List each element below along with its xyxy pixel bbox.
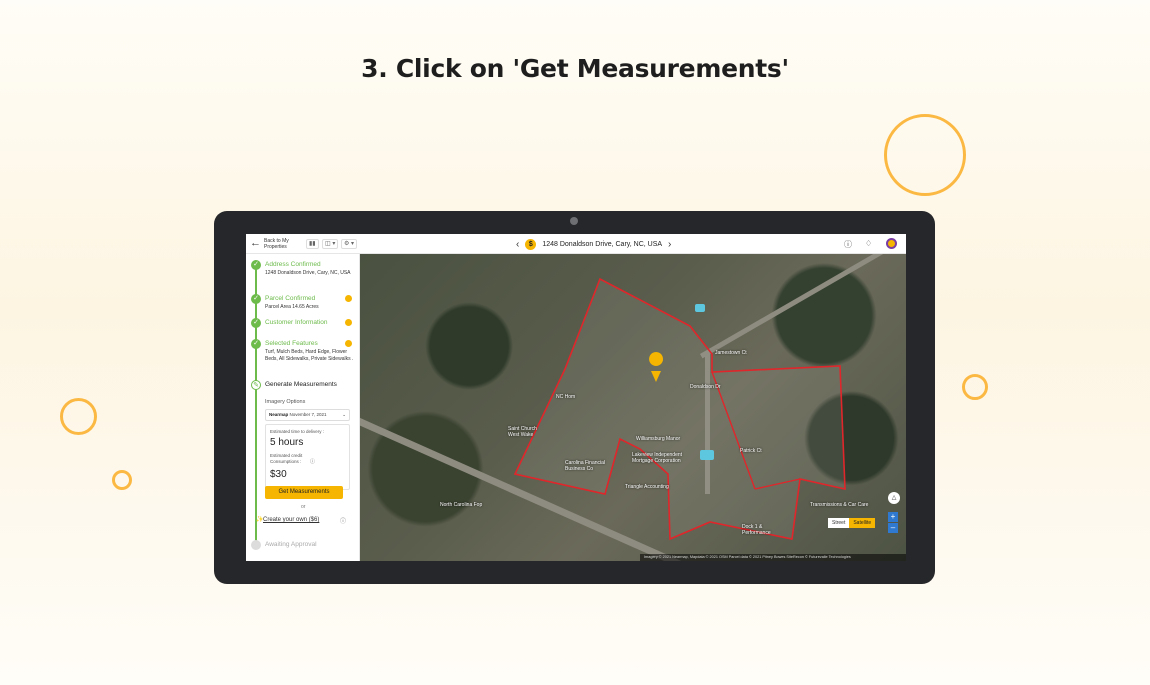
map-label: Carolina Financial Business Co (565, 460, 606, 472)
step-title: Generate Measurements (265, 381, 337, 388)
camera-dot (570, 217, 578, 225)
parcel-overlay (513, 277, 846, 541)
map-label: Williamsburg Manor (636, 436, 681, 442)
top-bar: ← Back to My Properties ▮▮ ◫ ▾ ⚙ ▾ ‹ $ 1… (246, 234, 906, 254)
edit-badge-icon[interactable] (345, 340, 352, 347)
check-icon: ✓ (251, 260, 261, 270)
get-measurements-button[interactable]: Get Measurements (265, 486, 343, 499)
map-label: Saint Church West Wake (508, 426, 537, 438)
map-label: Jamestown Ct (715, 350, 747, 356)
satellite-map[interactable]: NC Hom Saint Church West Wake Williamsbu… (360, 254, 906, 561)
pencil-icon: ✎ (251, 380, 261, 390)
bell-icon[interactable]: ♢ (865, 239, 872, 248)
satellite-view-button[interactable]: Satellite (849, 518, 876, 528)
map-label: North Carolina Fop (440, 502, 483, 508)
credit-label: Estimated credit Consumptions : (270, 453, 303, 464)
map-label: Lakeview Independent Mortgage Corporatio… (632, 452, 683, 464)
or-divider: or (301, 504, 306, 510)
estimated-time-value: 5 hours (270, 437, 304, 448)
compass-icon[interactable]: △ (888, 492, 900, 504)
zoom-in-button[interactable]: + (888, 512, 898, 522)
map-label: Patrick Ct (740, 448, 762, 454)
progress-rail (255, 262, 257, 542)
info-icon[interactable]: ⓘ (340, 516, 346, 525)
decorative-ring (112, 470, 132, 490)
check-icon: ✓ (251, 339, 261, 349)
decorative-ring (962, 374, 988, 400)
app-screen: ← Back to My Properties ▮▮ ◫ ▾ ⚙ ▾ ‹ $ 1… (246, 234, 906, 561)
map-label: Donaldson Dr (690, 384, 721, 390)
pending-dot-icon (251, 540, 261, 550)
edit-badge-icon[interactable] (345, 295, 352, 302)
chevron-left-icon[interactable]: ‹ (516, 239, 519, 250)
address-nav: ‹ $ 1248 Donaldson Drive, Cary, NC, USA … (516, 237, 671, 251)
chevron-down-icon: ⌄ (342, 412, 346, 417)
map-label: Triangle Accounting (625, 484, 669, 490)
workflow-sidebar: ✓ Address Confirmed 1248 Donaldson Drive… (246, 254, 360, 561)
page-headline: 3. Click on 'Get Measurements' (361, 54, 789, 83)
imagery-options-label: Imagery Options (265, 399, 306, 405)
step-title: Awaiting Approval (265, 541, 317, 548)
back-to-properties-link[interactable]: Back to My Properties (264, 238, 304, 250)
imagery-date: November 7, 2021 (289, 412, 327, 417)
laptop-frame: ← Back to My Properties ▮▮ ◫ ▾ ⚙ ▾ ‹ $ 1… (214, 211, 935, 584)
credit-value: $30 (270, 469, 287, 480)
chart-icon[interactable]: ▮▮ (306, 239, 319, 249)
step-subtitle: Turf, Mulch Beds, Hard Edge, Flower Beds… (265, 349, 354, 362)
estimate-box: Estimated time to delivery : 5 hours Est… (265, 424, 350, 490)
layers-icon[interactable]: ◫ ▾ (322, 239, 339, 249)
property-address: 1248 Donaldson Drive, Cary, NC, USA (542, 240, 663, 248)
chevron-right-icon[interactable]: › (668, 239, 671, 250)
map-attribution: Imagery © 2021 Nearmap, Mapdata © 2021 O… (640, 554, 906, 561)
map-label: Transmissions & Car Care (810, 502, 869, 508)
step-title: Address Confirmed (265, 261, 321, 268)
step-title: Selected Features (265, 340, 318, 347)
edit-badge-icon[interactable] (345, 319, 352, 326)
check-icon: ✓ (251, 294, 261, 304)
create-your-own-link[interactable]: Create your own ($6) (263, 517, 319, 523)
map-type-toggle: Street Satellite (828, 518, 876, 528)
step-subtitle: Parcel Area 14.65 Acres (265, 304, 319, 310)
check-icon: ✓ (251, 318, 261, 328)
step-subtitle: 1248 Donaldson Drive, Cary, NC, USA (265, 270, 351, 276)
map-label: Dock 1 & Performance (742, 524, 771, 536)
decorative-ring (884, 114, 966, 196)
settings-dropdown-icon[interactable]: ⚙ ▾ (341, 239, 358, 249)
coin-icon: $ (525, 238, 537, 250)
decorative-ring (60, 398, 97, 435)
step-title: Customer Information (265, 319, 328, 326)
imagery-provider: Nearmap (269, 412, 289, 417)
zoom-controls: + – (888, 512, 898, 534)
info-icon[interactable]: ⓘ (310, 458, 315, 465)
avatar[interactable] (886, 238, 897, 249)
map-label: NC Hom (556, 394, 576, 400)
step-title: Parcel Confirmed (265, 295, 316, 302)
imagery-select[interactable]: Nearmap November 7, 2021 ⌄ (265, 409, 350, 421)
estimated-time-label: Estimated time to delivery : (270, 429, 325, 434)
back-arrow-icon[interactable]: ← (250, 237, 261, 249)
zoom-out-button[interactable]: – (888, 523, 898, 533)
help-icon[interactable]: ⓘ (844, 239, 852, 250)
street-view-button[interactable]: Street (828, 518, 850, 528)
